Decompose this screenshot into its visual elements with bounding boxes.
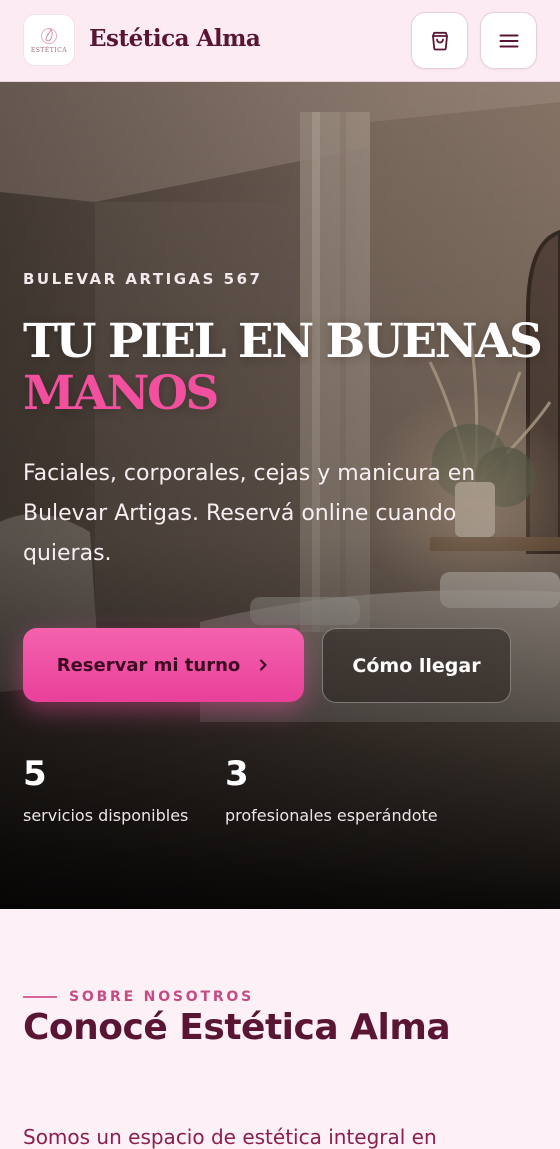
- stat-services-value: 5: [23, 754, 47, 794]
- brand-name[interactable]: Estética Alma: [89, 25, 261, 52]
- stat-professionals-label: profesionales esperándote: [225, 806, 438, 825]
- book-appointment-label: Reservar mi turno: [56, 654, 241, 676]
- about-section: SOBRE NOSOTROS Conocé Estética Alma Somo…: [0, 909, 560, 1149]
- about-eyebrow: SOBRE NOSOTROS: [23, 989, 254, 1005]
- stat-professionals: 3 profesionales esperándote: [225, 756, 438, 825]
- top-header: ESTÉTICA Estética Alma: [0, 0, 560, 82]
- about-eyebrow-label: SOBRE NOSOTROS: [69, 989, 254, 1005]
- stat-professionals-value: 3: [225, 754, 249, 794]
- menu-icon: [499, 34, 518, 47]
- stat-services: 5 servicios disponibles: [23, 756, 188, 825]
- hero-title: TU PIEL EN BUENAS MANOS: [23, 314, 543, 421]
- menu-button[interactable]: [480, 12, 537, 69]
- chevron-right-icon: [260, 659, 267, 671]
- directions-button[interactable]: Cómo llegar: [322, 628, 511, 703]
- hero-description: Faciales, corporales, cejas y manicura e…: [23, 461, 476, 566]
- cart-icon: [431, 31, 448, 50]
- hero-title-line: TU PIEL EN BUENAS: [23, 314, 543, 369]
- hero-section: BULEVAR ARTIGAS 567 TU PIEL EN BUENAS MA…: [0, 82, 560, 909]
- logo-emblem-icon: [41, 28, 57, 44]
- about-title: Conocé Estética Alma: [23, 1007, 451, 1048]
- hero-eyebrow: BULEVAR ARTIGAS 567: [23, 270, 263, 288]
- eyebrow-divider: [23, 996, 57, 998]
- book-appointment-button[interactable]: Reservar mi turno: [23, 628, 304, 702]
- directions-label: Cómo llegar: [352, 654, 481, 677]
- stat-services-label: servicios disponibles: [23, 806, 189, 825]
- hero-title-accent: MANOS: [23, 366, 219, 421]
- logo-text: ESTÉTICA: [30, 47, 68, 54]
- about-text: Somos un espacio de estética integral en: [23, 1125, 437, 1149]
- logo[interactable]: ESTÉTICA: [23, 14, 75, 66]
- cart-button[interactable]: [411, 12, 468, 69]
